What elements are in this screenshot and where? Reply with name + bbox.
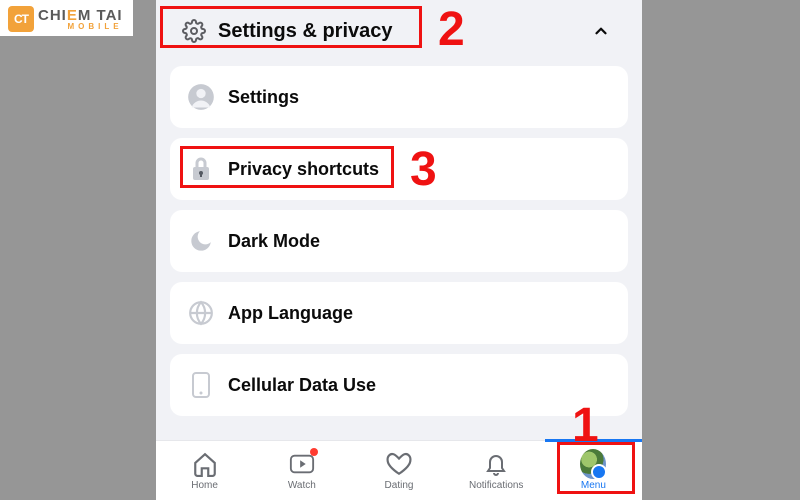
item-label: App Language (228, 303, 353, 324)
heart-icon (386, 451, 412, 477)
item-label: Cellular Data Use (228, 375, 376, 396)
moon-icon (184, 224, 218, 258)
phone-screen: Settings & privacy Settings Privacy shor… (156, 0, 642, 500)
item-dark-mode[interactable]: Dark Mode (170, 210, 628, 272)
tab-notifications[interactable]: Notifications (448, 441, 545, 500)
globe-icon (184, 296, 218, 330)
tab-label: Dating (385, 480, 414, 491)
tab-home[interactable]: Home (156, 441, 253, 500)
annotation-box-2 (160, 6, 422, 48)
notification-dot (310, 448, 318, 456)
item-settings[interactable]: Settings (170, 66, 628, 128)
settings-scroll[interactable]: Settings & privacy Settings Privacy shor… (156, 0, 642, 440)
tab-dating[interactable]: Dating (350, 441, 447, 500)
tab-label: Watch (288, 480, 316, 491)
home-icon (192, 451, 218, 477)
tab-label: Home (191, 480, 218, 491)
person-gear-icon (184, 80, 218, 114)
item-app-language[interactable]: App Language (170, 282, 628, 344)
item-label: Settings (228, 87, 299, 108)
watermark-logo: CT CHIEM TAI MOBILE (0, 0, 133, 36)
chevron-up-icon (592, 22, 620, 40)
annotation-number-3: 3 (410, 142, 437, 197)
annotation-box-3 (180, 146, 394, 188)
bell-icon (483, 451, 509, 477)
phone-device-icon (184, 368, 218, 402)
annotation-number-1: 1 (572, 398, 599, 453)
tab-watch[interactable]: Watch (253, 441, 350, 500)
item-cellular-data[interactable]: Cellular Data Use (170, 354, 628, 416)
annotation-number-2: 2 (438, 2, 465, 57)
item-label: Dark Mode (228, 231, 320, 252)
tab-label: Notifications (469, 480, 523, 491)
watermark-badge: CT (8, 6, 34, 32)
watch-icon (289, 451, 315, 477)
watermark-text: CHIEM TAI MOBILE (38, 8, 123, 31)
